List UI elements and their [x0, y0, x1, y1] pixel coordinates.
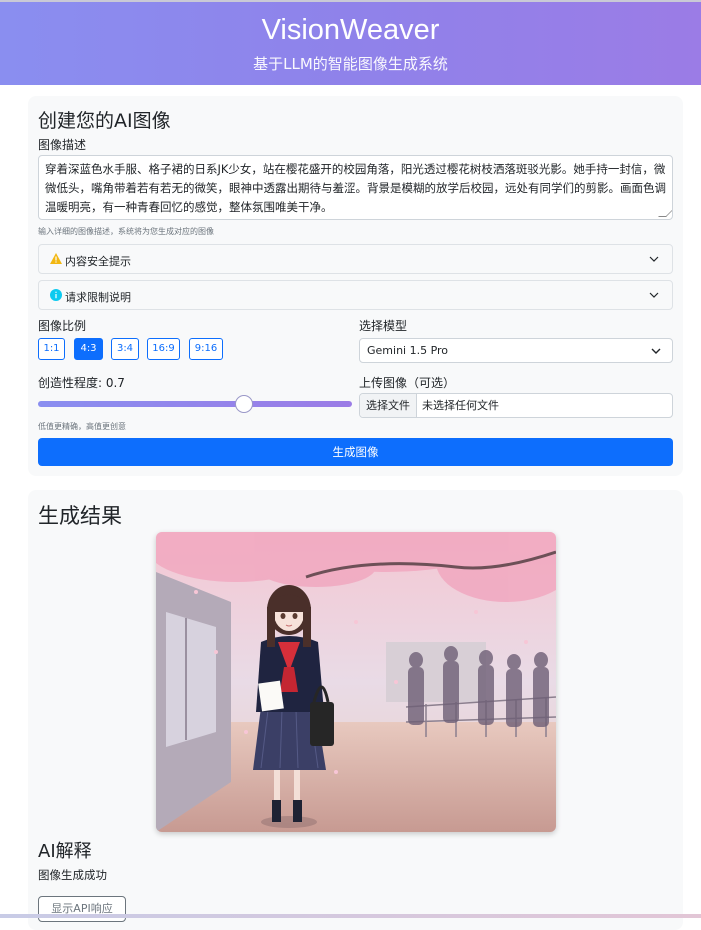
app-title: VisionWeaver	[261, 14, 440, 46]
chevron-down-icon	[651, 348, 661, 354]
description-textarea[interactable]: 穿着深蓝色水手服、格子裙的日系JK少女，站在樱花盛开的校园角落，阳光透过樱花树枝…	[38, 155, 673, 220]
description-label: 图像描述	[38, 138, 87, 152]
safety-notice-accordion[interactable]: 内容安全提示	[38, 244, 673, 274]
model-value: Gemini 1.5 Pro	[367, 344, 449, 357]
ratio-label: 图像比例	[38, 319, 87, 333]
safety-notice-label: 内容安全提示	[65, 255, 131, 268]
description-hint: 输入详细的图像描述，系统将为您生成对应的图像	[38, 227, 214, 236]
file-status: 未选择任何文件	[422, 399, 499, 412]
result-heading: 生成结果	[38, 504, 122, 528]
description-text: 穿着深蓝色水手服、格子裙的日系JK少女，站在樱花盛开的校园角落，阳光透过樱花树枝…	[45, 162, 666, 214]
ratio-button-9-16[interactable]: 9:16	[189, 338, 223, 360]
warning-icon	[50, 253, 62, 267]
ai-explanation-heading: AI解释	[38, 841, 92, 862]
info-icon	[50, 289, 62, 304]
creativity-label: 创造性程度: 0.7	[38, 376, 125, 390]
upload-file-input[interactable]: 选择文件 未选择任何文件	[359, 393, 673, 418]
app-subtitle: 基于LLM的智能图像生成系统	[253, 55, 448, 73]
choose-file-button[interactable]: 选择文件	[360, 394, 417, 417]
create-card: 创建您的AI图像 图像描述 穿着深蓝色水手服、格子裙的日系JK少女，站在樱花盛开…	[28, 96, 683, 476]
ratio-button-3-4[interactable]: 3:4	[111, 338, 139, 360]
chevron-down-icon	[649, 256, 659, 262]
creativity-slider-thumb[interactable]	[235, 395, 253, 413]
creativity-hint: 低值更精确，高值更创意	[38, 422, 126, 431]
create-heading: 创建您的AI图像	[38, 110, 171, 132]
model-select[interactable]: Gemini 1.5 Pro	[359, 338, 673, 363]
show-api-response-button[interactable]: 显示API响应	[38, 896, 126, 922]
rate-limit-accordion[interactable]: 请求限制说明	[38, 280, 673, 310]
creativity-slider-track[interactable]	[38, 401, 352, 407]
ratio-button-16-9[interactable]: 16:9	[147, 338, 180, 360]
ai-explanation-text: 图像生成成功	[38, 868, 107, 882]
model-label: 选择模型	[359, 319, 408, 333]
app-header: VisionWeaver 基于LLM的智能图像生成系统	[0, 0, 701, 85]
rate-limit-label: 请求限制说明	[65, 291, 131, 304]
result-card: 生成结果 AI解释 图像生成成功 显示API响应	[28, 490, 683, 930]
generate-button[interactable]: 生成图像	[38, 438, 673, 466]
upload-label: 上传图像（可选）	[359, 376, 456, 390]
ratio-button-4-3[interactable]: 4:3	[74, 338, 103, 360]
generated-image	[156, 532, 556, 832]
chevron-down-icon	[649, 292, 659, 298]
ratio-button-1-1[interactable]: 1:1	[38, 338, 65, 360]
bottom-strip	[0, 914, 701, 918]
resize-handle[interactable]	[658, 209, 672, 217]
